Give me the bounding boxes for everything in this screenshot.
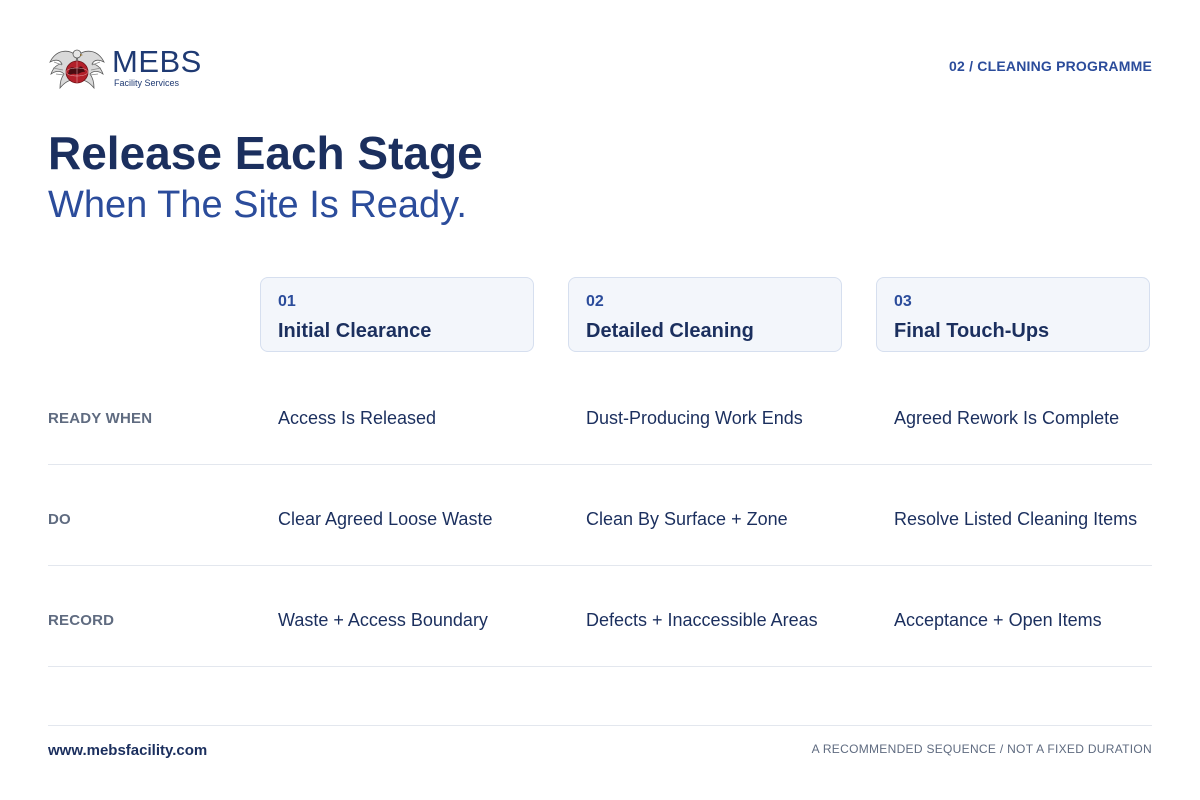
website-link[interactable]: www.mebsfacility.com — [48, 742, 207, 759]
table-cell: Access Is Released — [278, 408, 437, 428]
table-cell: Acceptance + Open Items — [894, 610, 1102, 630]
footer-divider — [48, 725, 1152, 726]
table-row-ready-when: READY WHEN Access Is Released Dust-Produ… — [48, 364, 1152, 465]
table-cell: Clear Agreed Loose Waste — [278, 509, 493, 529]
table-cell: Clean By Surface + Zone — [586, 509, 788, 529]
stage-title: Final Touch-Ups — [894, 320, 1050, 342]
logo-name: MEBS — [112, 44, 202, 79]
table-cell: Defects + Inaccessible Areas — [586, 610, 818, 630]
table-cell: Waste + Access Boundary — [278, 610, 488, 630]
page-subtitle: When The Site Is Ready. — [48, 184, 467, 226]
row-label: RECORD — [48, 612, 115, 629]
stage-number: 01 — [278, 293, 296, 310]
stage-card-detailed-cleaning: 02 Detailed Cleaning — [568, 277, 842, 352]
stage-card-final-touch-ups: 03 Final Touch-Ups — [876, 277, 1150, 352]
row-label: READY WHEN — [48, 410, 153, 427]
row-label: DO — [48, 511, 71, 528]
table-row-record: RECORD Waste + Access Boundary Defects +… — [48, 566, 1152, 667]
table-cell: Resolve Listed Cleaning Items — [894, 509, 1138, 529]
stage-title: Initial Clearance — [278, 320, 432, 342]
stage-number: 03 — [894, 293, 912, 310]
logo-subtitle: Facility Services — [114, 78, 180, 88]
stage-number: 02 — [586, 293, 604, 310]
eagle-globe-emblem-icon — [49, 49, 105, 90]
stage-card-initial-clearance: 01 Initial Clearance — [260, 277, 534, 352]
table-row-do: DO Clear Agreed Loose Waste Clean By Sur… — [48, 465, 1152, 566]
table-cell: Dust-Producing Work Ends — [586, 408, 803, 428]
page-title: Release Each Stage — [48, 127, 483, 179]
section-label: 02 / CLEANING PROGRAMME — [949, 58, 1152, 74]
logo-text: MEBS Facility Services — [112, 44, 202, 89]
table-cell: Agreed Rework Is Complete — [894, 408, 1120, 428]
company-logo: MEBS Facility Services — [48, 46, 202, 90]
stage-title: Detailed Cleaning — [586, 320, 754, 342]
footer-note: A RECOMMENDED SEQUENCE / NOT A FIXED DUR… — [811, 742, 1152, 756]
